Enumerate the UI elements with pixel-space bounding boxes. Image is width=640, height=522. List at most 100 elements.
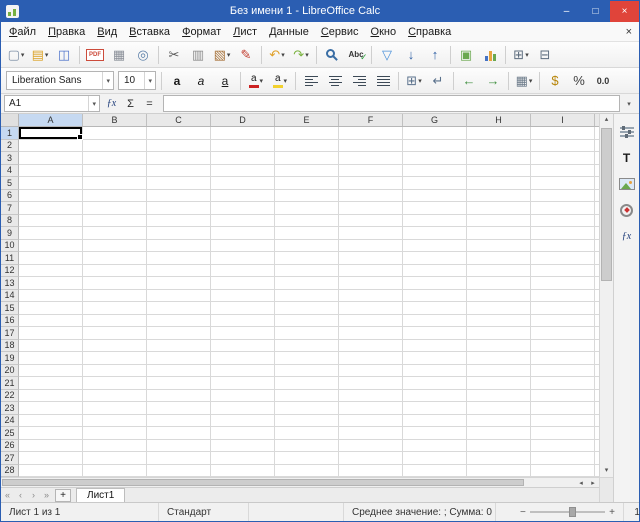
cell-I26[interactable] — [531, 440, 595, 453]
cell-A26[interactable] — [19, 440, 83, 453]
row-header-4[interactable]: 4 — [1, 165, 19, 178]
cell-D21[interactable] — [211, 377, 275, 390]
cell-E1[interactable] — [275, 127, 339, 140]
name-box-dropdown-icon[interactable]: ▾ — [88, 96, 99, 111]
column-header-C[interactable]: C — [147, 114, 211, 126]
cell-F20[interactable] — [339, 365, 403, 378]
cell-F19[interactable] — [339, 352, 403, 365]
cell-A20[interactable] — [19, 365, 83, 378]
add-sheet-button[interactable]: + — [55, 489, 71, 502]
undo-button[interactable]: ↶▾ — [266, 44, 288, 66]
cell-I21[interactable] — [531, 377, 595, 390]
cell-D20[interactable] — [211, 365, 275, 378]
cell-B16[interactable] — [83, 315, 147, 328]
sidebar-styles-button[interactable]: T — [617, 148, 637, 168]
row-header-19[interactable]: 19 — [1, 352, 19, 365]
cell-E24[interactable] — [275, 415, 339, 428]
cell-D2[interactable] — [211, 140, 275, 153]
split-window-button[interactable]: ⊟ — [534, 44, 556, 66]
format-as-currency-button[interactable]: $ — [544, 70, 566, 92]
cell-H22[interactable] — [467, 390, 531, 403]
cell-E11[interactable] — [275, 252, 339, 265]
cell-B8[interactable] — [83, 215, 147, 228]
cell-F14[interactable] — [339, 290, 403, 303]
cell-D9[interactable] — [211, 227, 275, 240]
cell-C20[interactable] — [147, 365, 211, 378]
cell-G17[interactable] — [403, 327, 467, 340]
cell-B5[interactable] — [83, 177, 147, 190]
cell-B24[interactable] — [83, 415, 147, 428]
indent-decrease-button[interactable]: ← — [458, 70, 480, 92]
borders-button[interactable]: ▦▾ — [513, 70, 535, 92]
cell-D13[interactable] — [211, 277, 275, 290]
cell-A17[interactable] — [19, 327, 83, 340]
cell-A14[interactable] — [19, 290, 83, 303]
cell-H12[interactable] — [467, 265, 531, 278]
merge-cells-button[interactable]: ⊞▾ — [403, 70, 425, 92]
cell-I9[interactable] — [531, 227, 595, 240]
cell-F2[interactable] — [339, 140, 403, 153]
name-box[interactable]: A1 ▾ — [4, 95, 100, 112]
cell-A21[interactable] — [19, 377, 83, 390]
cell-H18[interactable] — [467, 340, 531, 353]
cell-G27[interactable] — [403, 452, 467, 465]
cell-A8[interactable] — [19, 215, 83, 228]
cell-I13[interactable] — [531, 277, 595, 290]
font-size-combobox[interactable]: 10▾ — [118, 71, 156, 90]
scroll-left-icon[interactable]: ◂ — [575, 479, 587, 487]
row-header-21[interactable]: 21 — [1, 377, 19, 390]
cell-H26[interactable] — [467, 440, 531, 453]
insert-chart-button[interactable] — [479, 44, 501, 66]
cell-B22[interactable] — [83, 390, 147, 403]
cell-H24[interactable] — [467, 415, 531, 428]
cell-E23[interactable] — [275, 402, 339, 415]
cell-H16[interactable] — [467, 315, 531, 328]
cell-E6[interactable] — [275, 190, 339, 203]
cell-C21[interactable] — [147, 377, 211, 390]
cell-F25[interactable] — [339, 427, 403, 440]
vertical-scroll-thumb[interactable] — [601, 128, 612, 281]
align-left-button[interactable] — [300, 70, 322, 92]
sheet-tab-Лист1[interactable]: Лист1 — [76, 488, 125, 502]
menu-format[interactable]: Формат — [176, 24, 227, 40]
zoom-level[interactable]: 100% — [624, 503, 640, 521]
column-header-F[interactable]: F — [339, 114, 403, 126]
row-header-26[interactable]: 26 — [1, 440, 19, 453]
cell-I5[interactable] — [531, 177, 595, 190]
cell-D18[interactable] — [211, 340, 275, 353]
cell-B9[interactable] — [83, 227, 147, 240]
cell-F9[interactable] — [339, 227, 403, 240]
cell-C2[interactable] — [147, 140, 211, 153]
cell-C6[interactable] — [147, 190, 211, 203]
cell-E5[interactable] — [275, 177, 339, 190]
cell-C4[interactable] — [147, 165, 211, 178]
cell-A9[interactable] — [19, 227, 83, 240]
scroll-down-icon[interactable]: ▾ — [600, 465, 613, 477]
cell-B25[interactable] — [83, 427, 147, 440]
cell-F3[interactable] — [339, 152, 403, 165]
cell-I18[interactable] — [531, 340, 595, 353]
cell-G7[interactable] — [403, 202, 467, 215]
cell-E13[interactable] — [275, 277, 339, 290]
cell-E10[interactable] — [275, 240, 339, 253]
cell-A1[interactable] — [19, 127, 83, 140]
cell-I4[interactable] — [531, 165, 595, 178]
cell-D17[interactable] — [211, 327, 275, 340]
cell-G8[interactable] — [403, 215, 467, 228]
scroll-right-icon[interactable]: ▸ — [587, 479, 599, 487]
wrap-text-button[interactable]: ↵ — [427, 70, 449, 92]
cell-I1[interactable] — [531, 127, 595, 140]
cell-G5[interactable] — [403, 177, 467, 190]
cell-A23[interactable] — [19, 402, 83, 415]
column-header-E[interactable]: E — [275, 114, 339, 126]
cell-H4[interactable] — [467, 165, 531, 178]
zoom-slider[interactable]: − + — [512, 503, 624, 521]
cell-D22[interactable] — [211, 390, 275, 403]
cell-E12[interactable] — [275, 265, 339, 278]
cell-F8[interactable] — [339, 215, 403, 228]
cell-H5[interactable] — [467, 177, 531, 190]
cell-B4[interactable] — [83, 165, 147, 178]
zoom-out-icon[interactable]: − — [520, 507, 526, 518]
cell-C26[interactable] — [147, 440, 211, 453]
cell-H14[interactable] — [467, 290, 531, 303]
